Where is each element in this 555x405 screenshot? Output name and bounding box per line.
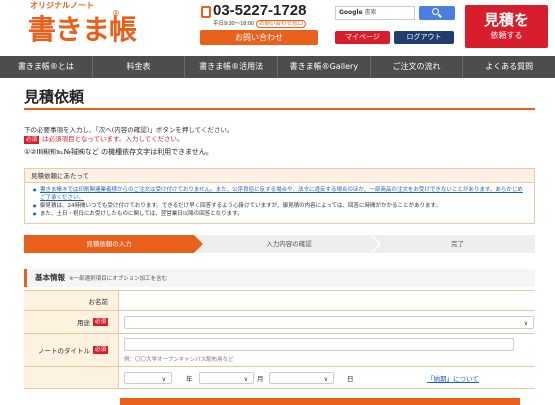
required-note: 必須 は必須項目となっています。入力してください。 <box>24 133 183 144</box>
chevron-down-icon: ∨ <box>523 320 528 327</box>
section-heading: 基本情報 ※一部選択項目にオプション加工を含む <box>24 269 535 287</box>
contact-button[interactable]: お問い合わせ <box>200 30 318 45</box>
logout-button[interactable]: ログアウト <box>394 31 454 44</box>
day-label: 日 <box>347 375 354 383</box>
mypage-button[interactable]: マイページ <box>335 31 390 44</box>
use-label: 用途 必須 <box>24 311 119 333</box>
chevron-down-icon: ∨ <box>161 376 166 383</box>
notebook-title-input[interactable] <box>124 338 514 351</box>
deadline-label <box>24 367 119 388</box>
notebook-title-label-text: ノートのタイトル <box>37 347 90 355</box>
next-row-highlight <box>120 398 520 405</box>
search-brand: Google <box>339 9 363 16</box>
form-row-name: お名前 <box>24 291 535 311</box>
required-badge: 必須 <box>92 346 108 354</box>
step-complete: 完了 <box>451 240 464 248</box>
search-button[interactable] <box>419 6 455 20</box>
phone-number: 03-5227-1728 <box>213 2 307 19</box>
title-divider <box>24 108 535 110</box>
month-label: 月 <box>257 375 264 383</box>
request-quote-button[interactable]: 見積を 依頼する <box>465 5 548 48</box>
required-badge: 必須 <box>92 318 108 326</box>
notice-box: 見積依頼にあたって 書きま帳®では印刷関連業者様からのご注文は受け付けておりませ… <box>24 168 535 224</box>
nav-item-usage[interactable]: 書きま帳®活用法 <box>185 56 279 78</box>
chevron-down-icon: ∨ <box>323 376 328 383</box>
title-hint: 例：〇〇大学オープンキャンパス配布用など <box>124 357 234 363</box>
use-label-text: 用途 <box>76 319 90 327</box>
notebook-title-label: ノートのタイトル 必須 <box>24 334 119 366</box>
nav-item-order-flow[interactable]: ご注文の流れ <box>371 56 464 78</box>
nav-item-about[interactable]: 書きま帳®とは <box>0 56 93 78</box>
phone-icon <box>201 6 211 18</box>
quote-button-line2: 依頼する <box>490 31 523 40</box>
search-icon <box>432 8 439 15</box>
section-title: 基本情報 <box>35 273 65 282</box>
nav-item-gallery[interactable]: 書きま帳®Gallery <box>278 56 371 78</box>
deadline-info-link[interactable]: 「納期」について <box>427 373 479 383</box>
step-arrow <box>194 235 203 253</box>
year-select[interactable]: ∨ <box>124 372 172 384</box>
search-input[interactable]: Google 書索 <box>335 6 415 20</box>
hours-badge: お問い合わせ窓口 <box>255 20 306 28</box>
quote-form: お名前 用途 必須 ∨ ノートのタイトル 必須 例：〇〇大学オープンキャンパス配布用… <box>24 290 535 389</box>
progress-steps: 見積依頼の入力 入力内容の確認 完了 <box>24 235 535 253</box>
nav-item-pricing[interactable]: 料金表 <box>93 56 186 78</box>
notice-item[interactable]: 書きま帳®では印刷関連業者様からのご注文は受け付けておりません。また、公序良俗に… <box>33 186 526 202</box>
month-select[interactable]: ∨ <box>199 372 254 384</box>
section-subtitle: ※一部選択項目にオプション加工を含む <box>69 276 168 282</box>
day-select[interactable]: ∨ <box>269 372 334 384</box>
search-placeholder: 書索 <box>364 9 377 16</box>
form-row-use: 用途 必須 ∨ <box>24 311 535 334</box>
chevron-down-icon: ∨ <box>243 376 248 383</box>
required-note-text: は必須項目となっています。入力してください。 <box>42 135 184 143</box>
site-header: オリジナルノート 書きま帳 ® 03-5227-1728 平日9:30～18:0… <box>0 0 555 55</box>
logo-registered-mark: ® <box>112 9 120 18</box>
notice-item: 御見積は、24時間いつでも受け付けております。できるだけ早く回答するよう心掛けて… <box>33 202 526 210</box>
name-label-text: お名前 <box>88 297 109 306</box>
business-hours: 平日9:30～18:00 お問い合わせ窓口 <box>213 19 306 28</box>
hours-text: 平日9:30～18:00 <box>213 21 254 27</box>
nav-item-faq[interactable]: よくある質問 <box>463 56 555 78</box>
step-separator-inner <box>370 235 379 253</box>
name-label: お名前 <box>24 291 119 310</box>
page-title: 見積依頼 <box>24 88 85 106</box>
notice-heading: 見積依頼にあたって <box>25 169 534 183</box>
notice-list: 書きま帳®では印刷関連業者様からのご注文は受け付けておりません。また、公序良俗に… <box>25 183 534 221</box>
form-row-deadline: ∨ 年 ∨ 月 ∨ 日 「納期」について <box>24 367 535 389</box>
use-select[interactable]: ∨ <box>124 316 534 329</box>
form-row-title: ノートのタイトル 必須 例：〇〇大学オープンキャンパス配布用など <box>24 334 535 367</box>
required-badge: 必須 <box>24 136 40 144</box>
step-confirm: 入力内容の確認 <box>266 240 312 248</box>
character-warning: ①②ⅠⅡ㈱㈲℡№㍻㈱など の機種依存文字は利用できません。 <box>24 148 213 156</box>
main-nav: 書きま帳®とは 料金表 書きま帳®活用法 書きま帳®Gallery ご注文の流れ… <box>0 56 555 78</box>
year-label: 年 <box>186 375 193 383</box>
step-input: 見積依頼の入力 <box>24 235 194 253</box>
notice-item: また、土日・祝日にお受けしたものに関しては、翌営業日以降の回答となります。 <box>33 210 526 218</box>
quote-button-line1: 見積を <box>483 11 529 29</box>
